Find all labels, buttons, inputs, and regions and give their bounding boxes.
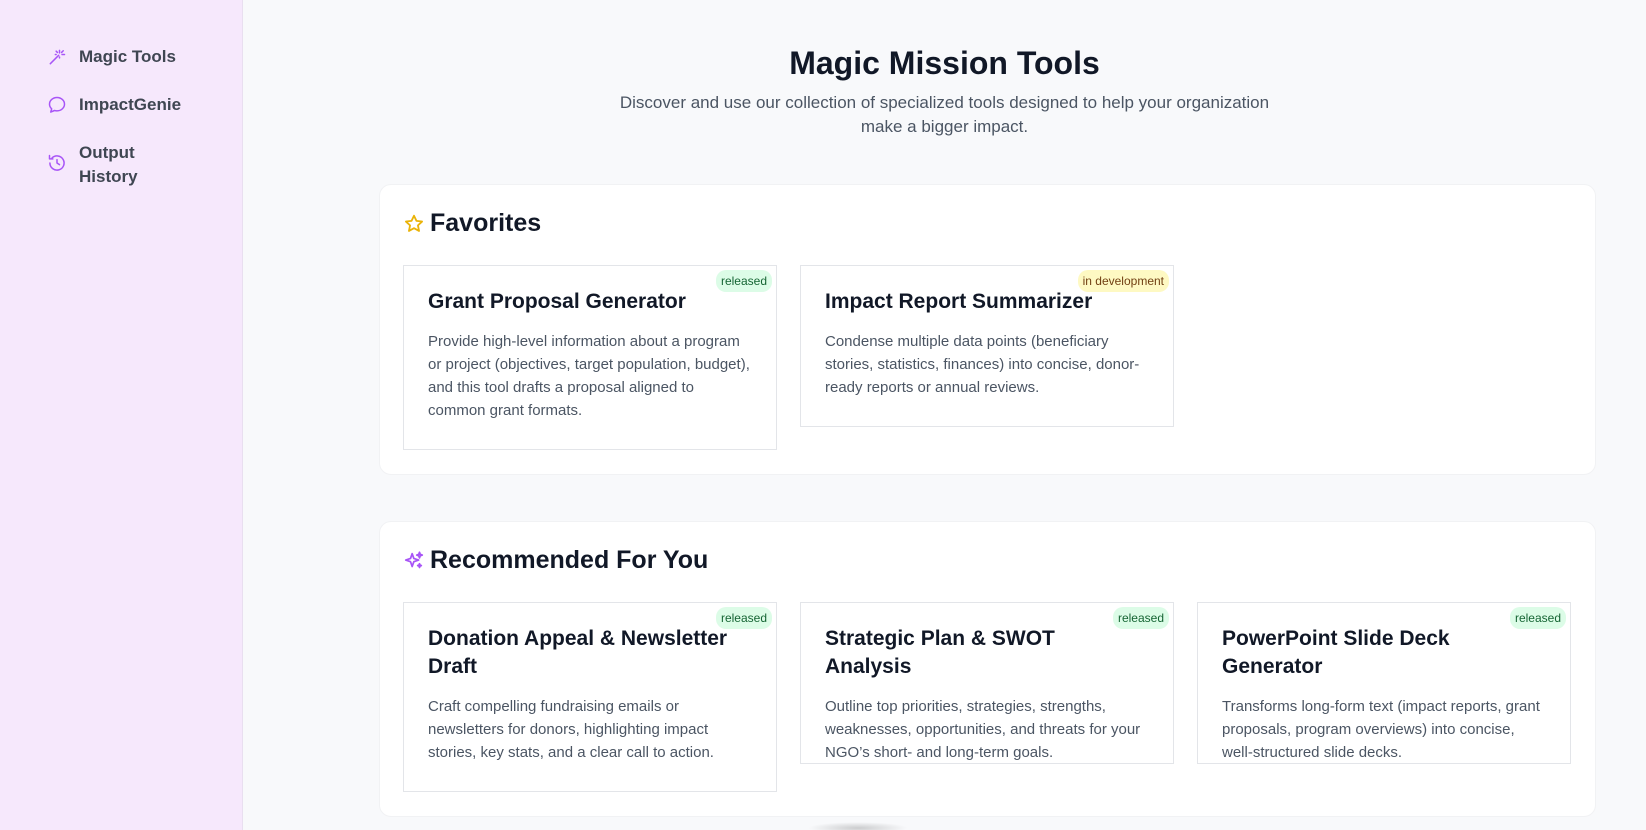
card-title: PowerPoint Slide Deck Generator [1222, 627, 1450, 678]
tool-card[interactable]: released Strategic Plan & SWOT Analysis … [800, 602, 1174, 764]
card-description: Outline top priorities, strategies, stre… [825, 698, 1141, 761]
sidebar-item-magic-tools[interactable]: Magic Tools [0, 45, 242, 69]
card-description: Condense multiple data points (beneficia… [825, 333, 1140, 396]
tool-card[interactable]: released PowerPoint Slide Deck Generator… [1197, 602, 1571, 764]
tool-card[interactable]: released Donation Appeal & Newsletter Dr… [403, 602, 777, 792]
sparkles-icon [403, 550, 425, 572]
chat-bubble-icon [47, 95, 67, 115]
card-description: Transforms long-form text (impact report… [1222, 698, 1540, 761]
favorites-section: Favorites released Grant Proposal Genera… [379, 184, 1596, 475]
star-icon [403, 213, 425, 235]
scroll-indicator [808, 822, 908, 830]
magic-wand-icon [47, 47, 67, 67]
main-content: Magic Mission Tools Discover and use our… [243, 0, 1646, 830]
sidebar-item-label: ImpactGenie [79, 95, 182, 114]
status-badge: released [715, 607, 772, 629]
card-description: Provide high-level information about a p… [428, 333, 750, 419]
card-title: Impact Report Summarizer [825, 290, 1093, 313]
section-title: Recommended For You [430, 546, 709, 574]
sidebar-item-label: Magic Tools [79, 47, 176, 66]
status-badge: in development [1077, 270, 1169, 292]
status-badge: released [1112, 607, 1169, 629]
tool-card[interactable]: in development Impact Report Summarizer … [800, 265, 1174, 427]
sidebar-item-label: Output History [79, 143, 138, 186]
card-title: Donation Appeal & Newsletter Draft [428, 627, 728, 678]
section-header: Recommended For You [403, 546, 708, 575]
page-header: Magic Mission Tools Discover and use our… [243, 0, 1646, 139]
status-badge: released [1509, 607, 1566, 629]
history-icon [47, 153, 67, 173]
sidebar: Magic Tools ImpactGenie Output History [0, 0, 243, 830]
tool-card[interactable]: released Grant Proposal Generator Provid… [403, 265, 777, 450]
section-title: Favorites [430, 209, 542, 237]
page-subtitle: Discover and use our collection of speci… [619, 93, 1270, 136]
status-badge: released [715, 270, 772, 292]
sidebar-item-output-history[interactable]: Output History [0, 141, 242, 189]
sidebar-item-impactgenie[interactable]: ImpactGenie [0, 93, 242, 117]
recommended-section: Recommended For You released Donation Ap… [379, 521, 1596, 817]
page-title: Magic Mission Tools [789, 45, 1100, 81]
card-description: Craft compelling fundraising emails or n… [428, 698, 714, 761]
card-title: Grant Proposal Generator [428, 290, 686, 313]
section-header: Favorites [403, 209, 541, 238]
card-title: Strategic Plan & SWOT Analysis [825, 627, 1055, 678]
